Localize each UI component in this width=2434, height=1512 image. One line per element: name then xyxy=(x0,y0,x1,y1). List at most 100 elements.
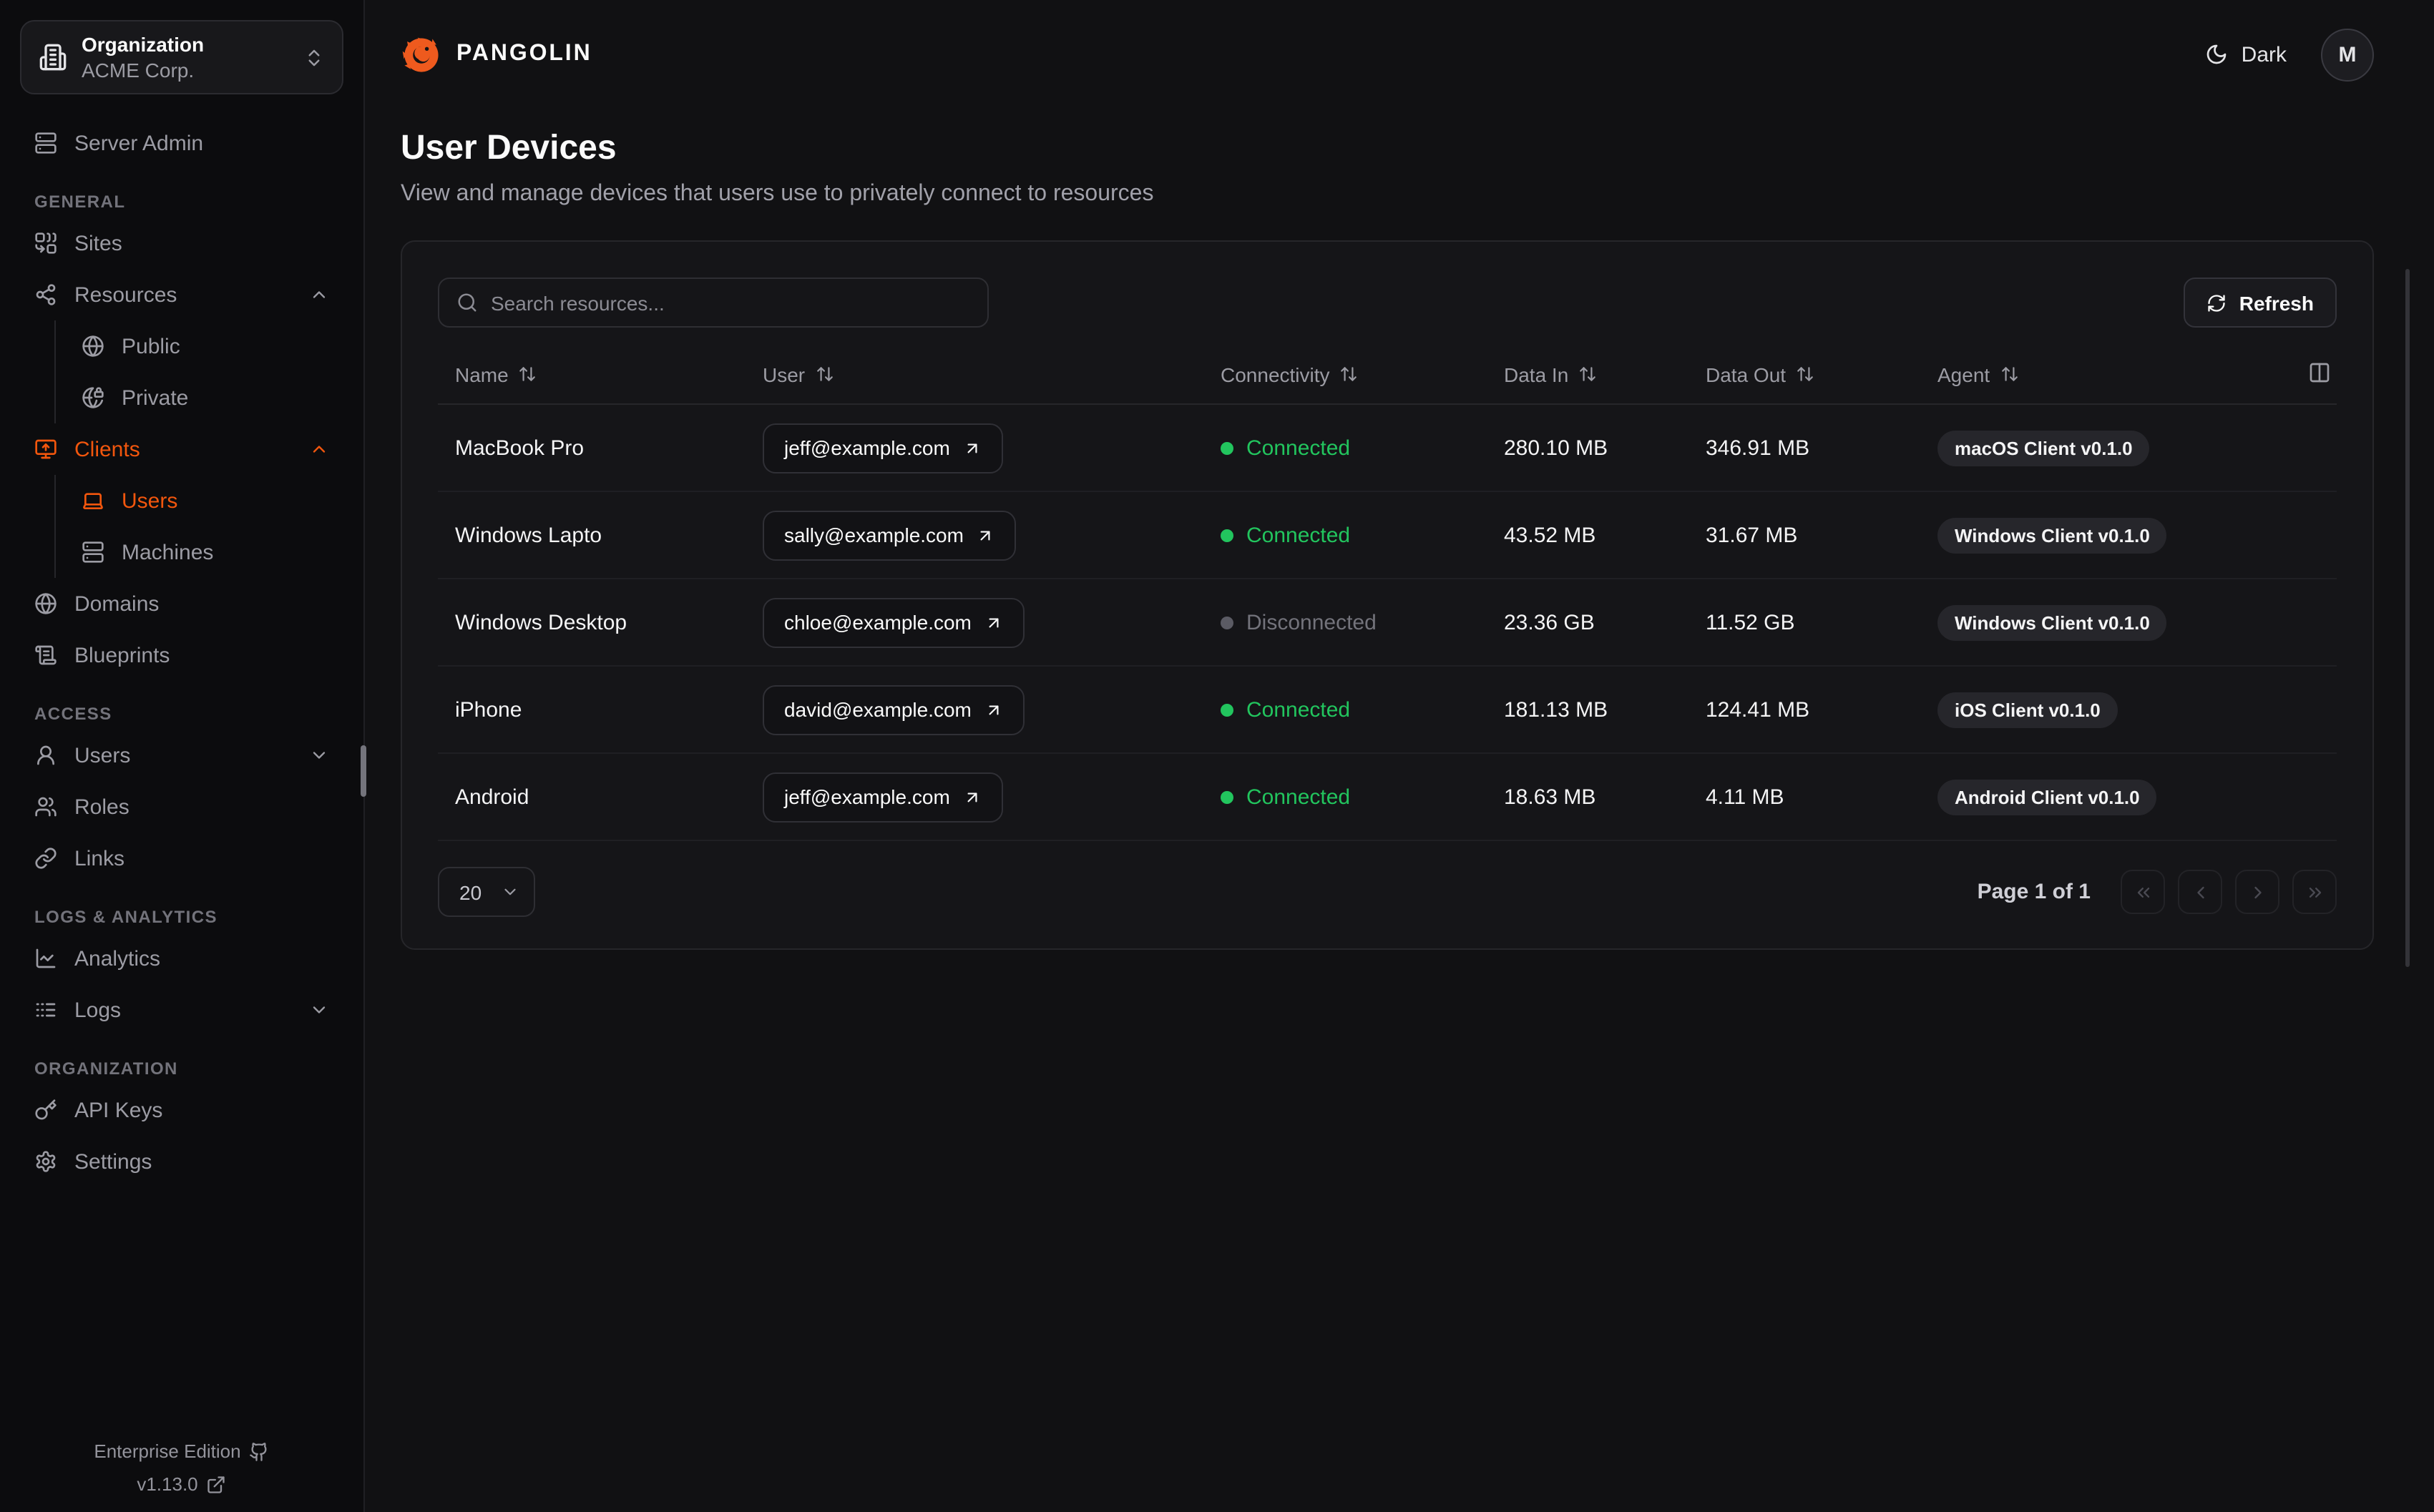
version-row[interactable]: v1.13.0 xyxy=(20,1473,343,1495)
sidebar-item-label: Analytics xyxy=(74,946,161,971)
users-icon xyxy=(35,797,57,817)
chevron-down-icon xyxy=(313,1006,326,1013)
globe-lock-icon xyxy=(82,387,104,408)
user-link-button[interactable]: chloe@example.com xyxy=(763,597,1025,647)
pagination: 20 Page 1 of 1 xyxy=(438,867,2337,917)
column-visibility-button[interactable] xyxy=(2308,360,2331,388)
status-badge: Disconnected xyxy=(1221,610,1504,634)
sidebar-item-private[interactable]: Private xyxy=(56,372,343,423)
column-header-data-in[interactable]: Data In xyxy=(1504,363,1706,386)
search-input[interactable] xyxy=(491,291,970,314)
sidebar-item-label: Users xyxy=(74,743,131,767)
sidebar-item-domains[interactable]: Domains xyxy=(20,578,343,629)
sidebar-item-users-access[interactable]: Users xyxy=(20,730,343,781)
org-selector-label: Organization xyxy=(82,33,205,56)
next-page-button[interactable] xyxy=(2235,870,2279,914)
columns-icon xyxy=(2310,362,2330,382)
theme-toggle[interactable]: Dark xyxy=(2206,42,2287,67)
brand[interactable]: PANGOLIN xyxy=(401,34,592,75)
table-row: Windows Desktop chloe@example.com Discon… xyxy=(438,579,2337,667)
arrow-up-right-icon xyxy=(981,530,991,540)
globe-icon xyxy=(35,593,57,614)
chevrons-up-down-icon xyxy=(308,49,320,66)
last-page-button[interactable] xyxy=(2292,870,2337,914)
sidebar-item-server-admin[interactable]: Server Admin xyxy=(20,117,343,169)
sort-icon xyxy=(1797,367,1813,381)
first-page-button[interactable] xyxy=(2121,870,2165,914)
sidebar-item-label: Domains xyxy=(74,591,160,616)
data-out-value: 31.67 MB xyxy=(1706,523,1798,547)
user-link-button[interactable]: jeff@example.com xyxy=(763,772,1003,822)
table-row: Windows Lapto sally@example.com Connecte… xyxy=(438,492,2337,579)
globe-icon xyxy=(82,335,104,357)
theme-label: Dark xyxy=(2241,42,2287,67)
device-name: iPhone xyxy=(455,697,522,722)
agent-badge: Windows Client v0.1.0 xyxy=(1937,604,2167,640)
column-header-data-out[interactable]: Data Out xyxy=(1706,363,1937,386)
chevrons-right-icon xyxy=(2308,887,2321,897)
sidebar-item-users-devices[interactable]: Users xyxy=(56,475,343,526)
status-badge: Connected xyxy=(1221,697,1504,722)
sidebar-item-label: Machines xyxy=(122,540,214,564)
sidebar-item-label: Private xyxy=(122,386,189,410)
user-link-button[interactable]: david@example.com xyxy=(763,684,1025,735)
sidebar-item-sites[interactable]: Sites xyxy=(20,217,343,269)
org-selector[interactable]: Organization ACME Corp. xyxy=(20,20,343,94)
laptop-icon xyxy=(83,493,103,509)
table-row: iPhone david@example.com Connected 181.1… xyxy=(438,667,2337,754)
edition-label: Enterprise Edition xyxy=(94,1440,241,1462)
sidebar-item-label: Public xyxy=(122,334,180,358)
sidebar-item-clients[interactable]: Clients xyxy=(20,423,343,475)
column-header-name[interactable]: Name xyxy=(455,363,763,386)
page-size-select[interactable]: 20 xyxy=(438,867,535,917)
sidebar-item-label: Users xyxy=(122,489,178,513)
sidebar-item-public[interactable]: Public xyxy=(56,320,343,372)
external-link-icon xyxy=(207,1476,225,1493)
sidebar-item-label: Clients xyxy=(74,437,140,461)
status-badge: Connected xyxy=(1221,436,1504,460)
sidebar-item-analytics[interactable]: Analytics xyxy=(20,933,343,984)
sidebar-item-machines[interactable]: Machines xyxy=(56,526,343,578)
table-row: MacBook Pro jeff@example.com Connected 2… xyxy=(438,405,2337,492)
scrollbar-thumb[interactable] xyxy=(2405,269,2410,967)
section-title-general: GENERAL xyxy=(34,192,126,212)
sidebar-item-blueprints[interactable]: Blueprints xyxy=(20,629,343,681)
column-header-agent[interactable]: Agent xyxy=(1937,363,2337,386)
logs-list-icon xyxy=(36,1003,56,1017)
sidebar-item-logs[interactable]: Logs xyxy=(20,984,343,1036)
status-dot xyxy=(1221,616,1233,629)
avatar[interactable]: M xyxy=(2321,28,2374,81)
sidebar-item-resources[interactable]: Resources xyxy=(20,269,343,320)
combine-icon xyxy=(35,232,57,254)
key-icon xyxy=(35,1099,57,1120)
sidebar-item-settings[interactable]: Settings xyxy=(20,1136,343,1187)
sort-icon xyxy=(2001,367,2018,381)
table-row: Android jeff@example.com Connected 18.63… xyxy=(438,754,2337,841)
sidebar-item-label: Settings xyxy=(74,1149,152,1174)
column-header-user[interactable]: User xyxy=(763,363,1221,386)
arrow-up-right-icon xyxy=(989,705,999,715)
arrow-up-right-icon xyxy=(967,792,977,802)
previous-page-button[interactable] xyxy=(2178,870,2222,914)
status-dot xyxy=(1221,529,1233,541)
user-icon xyxy=(37,745,54,765)
sidebar-item-label: Blueprints xyxy=(74,643,170,667)
org-selector-value: ACME Corp. xyxy=(82,59,195,82)
device-name: Windows Desktop xyxy=(455,610,627,634)
column-header-connectivity[interactable]: Connectivity xyxy=(1221,363,1504,386)
page-title: User Devices xyxy=(401,129,617,167)
resources-subgroup: Public Private xyxy=(54,320,343,423)
search-box xyxy=(438,278,989,328)
sidebar-item-roles[interactable]: Roles xyxy=(20,781,343,833)
data-in-value: 280.10 MB xyxy=(1504,436,1608,460)
refresh-button[interactable]: Refresh xyxy=(2183,278,2337,328)
edition-row[interactable]: Enterprise Edition xyxy=(20,1440,343,1462)
sidebar-item-links[interactable]: Links xyxy=(20,833,343,884)
monitor-up-icon xyxy=(35,439,57,459)
sidebar-item-api-keys[interactable]: API Keys xyxy=(20,1084,343,1136)
device-name: Android xyxy=(455,785,529,809)
user-link-button[interactable]: jeff@example.com xyxy=(763,423,1003,473)
user-link-button[interactable]: sally@example.com xyxy=(763,510,1017,560)
agent-badge: Android Client v0.1.0 xyxy=(1937,779,2157,815)
device-name: MacBook Pro xyxy=(455,436,585,460)
